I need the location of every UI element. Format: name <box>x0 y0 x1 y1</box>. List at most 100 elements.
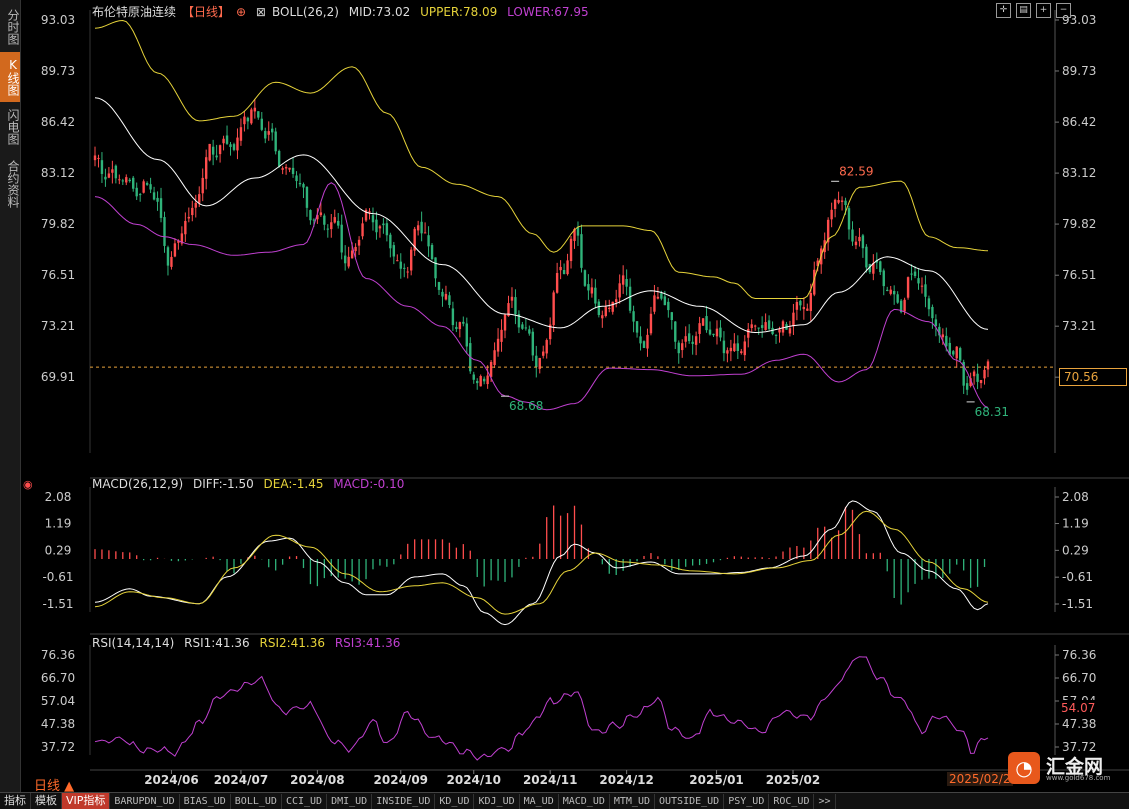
toolbar-item-1[interactable]: 模板 <box>31 793 62 809</box>
macd-right-tick: 0.29 <box>1062 543 1089 557</box>
rsi-value-tag: 54.07 <box>1059 700 1125 717</box>
toolbar-item-0[interactable]: 指标 <box>0 793 31 809</box>
candle-body <box>159 198 163 218</box>
rsi-legend: RSI(14,14,14) RSI1:41.36 RSI2:41.36 RSI3… <box>92 636 406 650</box>
toolbar-item-16[interactable]: ROC_UD <box>769 794 815 809</box>
candle-body <box>635 321 639 333</box>
toolbar-item-2[interactable]: VIP指标 <box>62 793 111 809</box>
indicator-icon: ⊠ <box>255 5 266 19</box>
candle-body <box>281 168 284 170</box>
candle-body <box>531 331 535 356</box>
sidebar-tab-0[interactable]: 分时图 <box>0 3 20 51</box>
candle-body <box>934 319 938 326</box>
toolbar-item-9[interactable]: KD_UD <box>435 794 475 809</box>
candle-body <box>736 343 740 352</box>
candle-body <box>764 322 767 330</box>
zoom-in-icon[interactable]: + <box>1036 3 1051 18</box>
candle-body <box>886 289 889 292</box>
candle-body <box>955 346 958 359</box>
candle-body <box>910 273 913 275</box>
crosshair-icon[interactable]: ✛ <box>996 3 1011 18</box>
candle-body <box>594 287 597 304</box>
candle-body <box>215 155 218 158</box>
candle-body <box>170 256 173 267</box>
candle-body <box>854 241 858 246</box>
candle-body <box>264 131 267 139</box>
price-right-tick: 86.42 <box>1062 115 1096 129</box>
candle-body <box>135 187 138 197</box>
macd-diff-label: DIFF:-1.50 <box>192 477 254 491</box>
macd-left-tick: 0.29 <box>45 543 72 557</box>
candle-body <box>660 293 663 299</box>
x-tick: 2025/01 <box>689 773 743 787</box>
toolbar-item-6[interactable]: CCI_UD <box>282 794 328 809</box>
price-right-tick: 79.82 <box>1062 217 1096 231</box>
candle-body <box>121 180 124 182</box>
macd-histogram <box>94 505 986 605</box>
layout-icon[interactable]: ▤ <box>1016 3 1031 18</box>
candle-body <box>733 343 736 352</box>
candle-body <box>375 219 378 233</box>
candle-body <box>931 306 934 319</box>
macd-dea-label: DEA:-1.45 <box>263 477 324 491</box>
price-right-tick: 89.73 <box>1062 64 1096 78</box>
x-tick: 2024/07 <box>214 773 268 787</box>
candle-body <box>225 135 229 144</box>
chart-canvas[interactable]: 93.03 93.0389.73 89.7386.42 86.4283.12 83.12… <box>0 0 1129 792</box>
macd-legend: MACD(26,12,9) DIFF:-1.50 DEA:-1.45 MACD:… <box>92 477 410 491</box>
candle-body <box>642 341 646 348</box>
candle-body <box>482 378 486 382</box>
macd-diff-line <box>94 500 989 626</box>
candle-body <box>458 322 462 330</box>
candle-body <box>719 327 722 338</box>
sidebar-tab-1[interactable]: K线图 <box>0 52 20 102</box>
candle-body <box>976 373 979 382</box>
candle-body <box>858 236 861 242</box>
toolbar-item-13[interactable]: MTM_UD <box>610 794 655 809</box>
toolbar-item-10[interactable]: KDJ_UD <box>474 794 520 809</box>
price-right-tick: 83.12 <box>1062 166 1096 180</box>
extreme-label-0: 68.68 <box>509 399 543 413</box>
toolbar-item-8[interactable]: INSIDE_UD <box>372 794 436 809</box>
settings-icon[interactable]: ⊕ <box>236 5 246 19</box>
candle-body <box>604 306 607 317</box>
logo: ◔ 汇金网 www.gold678.com <box>1008 752 1118 784</box>
candle-body <box>354 246 357 252</box>
candle-body <box>302 184 305 188</box>
toolbar-item-7[interactable]: DMI_UD <box>327 794 373 809</box>
toolbar-item-15[interactable]: PSY_UD <box>724 794 770 809</box>
candle-body <box>97 157 100 159</box>
candle-body <box>865 246 868 268</box>
candle-body <box>222 138 225 144</box>
zoom-out-icon[interactable]: − <box>1056 3 1071 18</box>
sidebar-tab-3[interactable]: 合约资料 <box>0 152 20 216</box>
toolbar-item-12[interactable]: MACD_UD <box>559 794 610 809</box>
candle-body <box>892 290 896 295</box>
toolbar-item-5[interactable]: BOLL_UD <box>231 794 282 809</box>
candle-body <box>972 371 976 377</box>
candle-body <box>840 200 844 202</box>
candle-body <box>104 176 107 180</box>
candle-body <box>583 270 587 286</box>
candle-body <box>701 318 705 326</box>
sidebar-tab-2[interactable]: 闪电图 <box>0 100 20 154</box>
toolbar-item-17[interactable]: >> <box>814 794 836 809</box>
candles <box>93 98 990 396</box>
toolbar-item-4[interactable]: BIAS_UD <box>180 794 231 809</box>
candle-body <box>792 312 795 327</box>
close-pane-icon[interactable]: ◉ <box>23 478 33 491</box>
toolbar-item-14[interactable]: OUTSIDE_UD <box>655 794 725 809</box>
candle-body <box>396 260 399 262</box>
candle-body <box>343 255 347 264</box>
toolbar-item-3[interactable]: BARUPDN_UD <box>110 794 180 809</box>
candle-body <box>142 181 145 193</box>
candle-body <box>277 150 281 167</box>
price-left-tick: 83.12 <box>41 166 75 180</box>
candle-body <box>694 336 698 345</box>
rsi-right-tick: 66.70 <box>1062 671 1096 685</box>
candle-body <box>941 334 945 338</box>
toolbar-item-11[interactable]: MA_UD <box>520 794 559 809</box>
candle-body <box>236 137 239 151</box>
candle-body <box>712 333 715 336</box>
period-label[interactable]: 【日线】 <box>182 5 230 19</box>
